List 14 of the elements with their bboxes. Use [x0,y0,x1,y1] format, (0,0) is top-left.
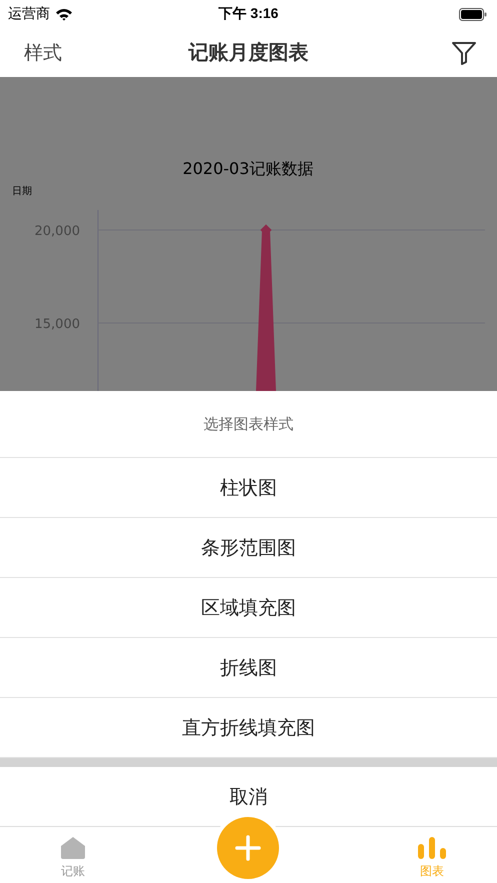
house-icon [60,836,86,860]
status-time: 下午 3:16 [218,5,278,23]
chart-title: 2020-03记账数据 [182,159,314,178]
page-title: 记账月度图表 [188,39,308,66]
tick-label: 20,000 [34,224,80,239]
tick-label: 15,000 [34,317,80,332]
style-button[interactable]: 样式 [16,36,70,70]
plus-icon [235,835,261,861]
wifi-icon [55,8,73,20]
bar-chart-icon [417,836,447,860]
axis-label: 日期 [12,186,32,197]
battery-icon [459,8,487,20]
filter-icon[interactable] [451,40,477,66]
carrier-name: 运营商 [8,5,50,23]
